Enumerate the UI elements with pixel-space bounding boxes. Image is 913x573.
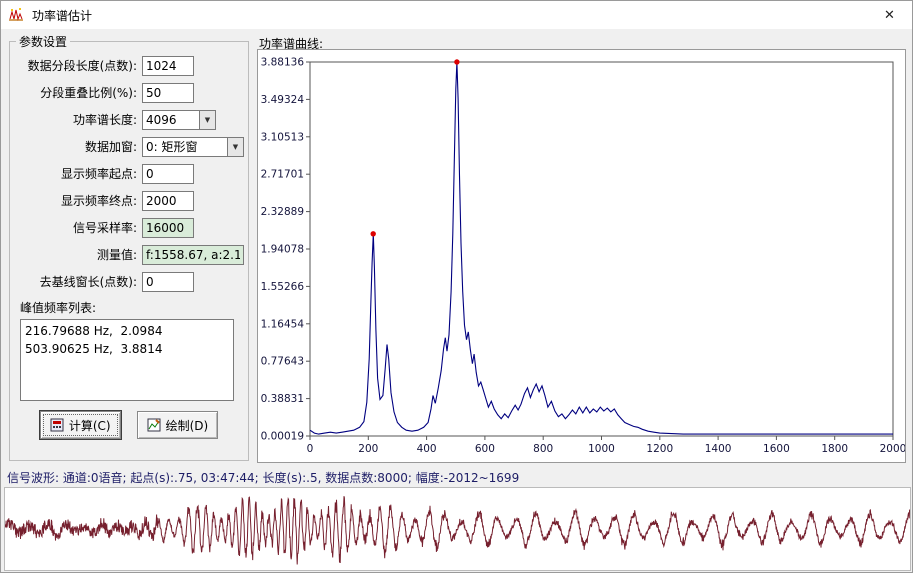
draw-button-label: 绘制(D) (165, 418, 209, 433)
overlap-ratio-label: 分段重叠比例(%): (40, 86, 137, 100)
field-row: 显示频率终点: (14, 187, 244, 214)
field-row: 分段重叠比例(%): (14, 79, 244, 106)
window-type-value: 0: 矩形窗 (146, 140, 198, 154)
peak-list-label: 峰值频率列表: (20, 301, 97, 315)
field-row: 功率谱长度: 4096 ▼ (14, 106, 244, 133)
calculate-button-label: 计算(C) (68, 418, 111, 433)
overlap-ratio-input[interactable] (142, 82, 194, 103)
close-icon[interactable]: ✕ (867, 1, 912, 29)
titlebar[interactable]: 功率谱估计 ✕ (1, 1, 912, 29)
sample-rate-field (142, 217, 194, 238)
chevron-down-icon[interactable]: ▼ (199, 110, 215, 129)
signal-status-text: 信号波形: 通道:0语音; 起点(s):.75, 03:47:44; 长度(s)… (7, 471, 520, 485)
svg-text:1.16454: 1.16454 (261, 318, 305, 330)
window-type-select[interactable]: 0: 矩形窗 ▼ (142, 136, 244, 157)
chevron-down-icon[interactable]: ▼ (227, 137, 243, 156)
calculate-icon (50, 418, 64, 432)
spectrum-length-value: 4096 (146, 112, 177, 127)
peak-frequency-list[interactable]: 216.79688 Hz, 2.0984 503.90625 Hz, 3.881… (20, 319, 234, 401)
button-row: 计算(C) 绘制(D) (14, 411, 244, 439)
svg-text:0.38831: 0.38831 (261, 393, 304, 405)
measured-value-field (142, 244, 244, 265)
svg-text:0: 0 (307, 443, 314, 455)
field-row: 信号采样率: (14, 214, 244, 241)
sample-rate-label: 信号采样率: (72, 221, 137, 235)
baseline-window-input[interactable] (142, 271, 194, 292)
app-window: 功率谱估计 ✕ 参数设置 数据分段长度(点数): 分段重叠比例(%): 功率谱长… (0, 0, 913, 573)
baseline-window-label: 去基线窗长(点数): (39, 275, 137, 289)
svg-text:3.88136: 3.88136 (261, 57, 305, 69)
spectrum-length-select[interactable]: 4096 ▼ (142, 109, 216, 130)
svg-text:0.00019: 0.00019 (261, 431, 304, 443)
svg-text:800: 800 (533, 443, 553, 455)
svg-text:200: 200 (358, 443, 378, 455)
freq-start-label: 显示频率起点: (60, 167, 137, 181)
svg-text:600: 600 (475, 443, 495, 455)
svg-text:400: 400 (417, 443, 437, 455)
svg-text:1200: 1200 (646, 443, 673, 455)
draw-button[interactable]: 绘制(D) (136, 411, 219, 439)
calculate-button[interactable]: 计算(C) (39, 411, 121, 439)
measured-value-label: 测量值: (96, 248, 137, 262)
field-row: 测量值: (14, 241, 244, 268)
svg-text:3.49324: 3.49324 (261, 94, 305, 106)
svg-text:1800: 1800 (821, 443, 848, 455)
segment-length-label: 数据分段长度(点数): (27, 59, 137, 73)
field-row: 显示频率起点: (14, 160, 244, 187)
segment-length-input[interactable] (142, 55, 194, 76)
svg-text:1600: 1600 (763, 443, 790, 455)
svg-text:1.55266: 1.55266 (261, 281, 305, 293)
window-title: 功率谱估计 (32, 8, 93, 23)
svg-text:0.77643: 0.77643 (261, 356, 304, 368)
freq-end-input[interactable] (142, 190, 194, 211)
window-type-label: 数据加窗: (84, 140, 137, 154)
svg-text:2000: 2000 (880, 443, 905, 455)
svg-text:3.10513: 3.10513 (261, 131, 304, 143)
svg-text:1000: 1000 (588, 443, 615, 455)
svg-text:1.94078: 1.94078 (261, 244, 304, 256)
group-title: 参数设置 (19, 35, 68, 49)
param-settings-group: 参数设置 数据分段长度(点数): 分段重叠比例(%): 功率谱长度: 4096 … (9, 33, 249, 461)
waveform-panel (4, 487, 911, 571)
signal-waveform-chart (5, 496, 910, 565)
field-row: 去基线窗长(点数): (14, 268, 244, 295)
field-row: 数据加窗: 0: 矩形窗 ▼ (14, 133, 244, 160)
peak-list-item[interactable]: 503.90625 Hz, 3.8814 (25, 340, 229, 358)
spectrum-length-label: 功率谱长度: (72, 113, 137, 127)
freq-start-input[interactable] (142, 163, 194, 184)
svg-text:2.32889: 2.32889 (261, 206, 304, 218)
spectrum-chart-panel: 3.88136 3.49324 3.10513 2.71701 2.32889 1.940… (257, 49, 906, 463)
app-icon (9, 8, 23, 21)
peak-list-item[interactable]: 216.79688 Hz, 2.0984 (25, 322, 229, 340)
draw-icon (147, 418, 161, 432)
svg-text:1400: 1400 (705, 443, 732, 455)
power-spectrum-chart[interactable]: 3.88136 3.49324 3.10513 2.71701 2.32889 1.940… (258, 50, 905, 462)
freq-end-label: 显示频率终点: (60, 194, 137, 208)
field-row: 数据分段长度(点数): (14, 52, 244, 79)
svg-text:2.71701: 2.71701 (261, 169, 304, 181)
